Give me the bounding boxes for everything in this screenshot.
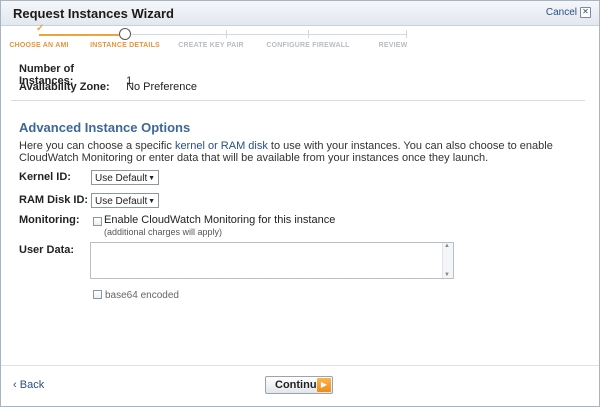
continue-button[interactable]: Continue ▶ <box>265 376 333 394</box>
cancel-button[interactable]: Cancel ✕ <box>546 7 591 18</box>
step-instance-details: INSTANCE DETAILS <box>90 42 160 49</box>
scroll-down-icon[interactable]: ▼ <box>444 272 450 278</box>
wizard-window: Request Instances Wizard Cancel ✕ ✓ CHOO… <box>0 0 600 407</box>
title-bar: Request Instances Wizard Cancel ✕ <box>1 1 599 26</box>
footer-divider <box>1 365 599 366</box>
wizard-steps: ✓ CHOOSE AN AMI INSTANCE DETAILS CREATE … <box>1 23 599 57</box>
step-review: REVIEW <box>378 42 408 49</box>
zone-row: Availability Zone: No Preference <box>19 81 197 93</box>
chevron-left-icon: ‹ <box>13 379 17 391</box>
zone-value: No Preference <box>126 81 197 93</box>
step-tick <box>406 30 407 38</box>
kernel-ramdisk-link[interactable]: kernel or RAM disk <box>175 140 268 152</box>
ramdisk-id-value: Use Default <box>95 196 148 207</box>
close-icon: ✕ <box>580 7 591 18</box>
kernel-id-label: Kernel ID: <box>19 171 71 183</box>
step-tick <box>308 30 309 38</box>
description-text: Here you can choose a specific <box>19 140 172 152</box>
user-data-scrollbar[interactable]: ▲ ▼ <box>442 243 453 278</box>
section-description: Here you can choose a specific kernel or… <box>19 140 579 164</box>
base64-checkbox[interactable] <box>93 290 102 299</box>
back-label: Back <box>19 379 45 391</box>
dropdown-arrow-icon: ▼ <box>148 198 155 205</box>
arrow-right-icon: ▶ <box>317 378 331 392</box>
step-track-completed <box>39 34 119 36</box>
monitoring-label: Monitoring: <box>19 214 80 226</box>
step-choose-ami: CHOOSE AN AMI <box>9 42 69 49</box>
section-divider <box>11 100 585 101</box>
monitoring-note: (additional charges will apply) <box>104 227 223 237</box>
user-data-label: User Data: <box>19 244 75 256</box>
cancel-label: Cancel <box>545 7 577 18</box>
ramdisk-id-label: RAM Disk ID: <box>19 194 89 206</box>
current-step-indicator <box>119 28 131 40</box>
dropdown-arrow-icon: ▼ <box>148 175 155 182</box>
user-data-textarea[interactable]: ▲ ▼ <box>90 242 454 279</box>
scroll-up-icon[interactable]: ▲ <box>444 243 450 249</box>
ramdisk-id-select[interactable]: Use Default ▼ <box>91 193 159 208</box>
zone-label: Availability Zone: <box>19 81 110 93</box>
continue-label: Continue <box>275 379 323 391</box>
step-configure-firewall: CONFIGURE FIREWALL <box>266 42 350 49</box>
kernel-id-value: Use Default <box>95 173 148 184</box>
step-track-remaining <box>131 34 406 35</box>
section-title: Advanced Instance Options <box>19 120 191 135</box>
window-title: Request Instances Wizard <box>13 6 174 21</box>
step-create-key-pair: CREATE KEY PAIR <box>178 42 244 49</box>
monitoring-checkbox[interactable] <box>93 217 102 226</box>
step-tick <box>226 30 227 38</box>
kernel-id-select[interactable]: Use Default ▼ <box>91 170 159 185</box>
monitoring-checkbox-label: Enable CloudWatch Monitoring for this in… <box>104 214 336 226</box>
base64-label: base64 encoded <box>105 290 179 301</box>
checkmark-icon: ✓ <box>36 23 45 34</box>
back-button[interactable]: ‹ Back <box>13 379 44 391</box>
